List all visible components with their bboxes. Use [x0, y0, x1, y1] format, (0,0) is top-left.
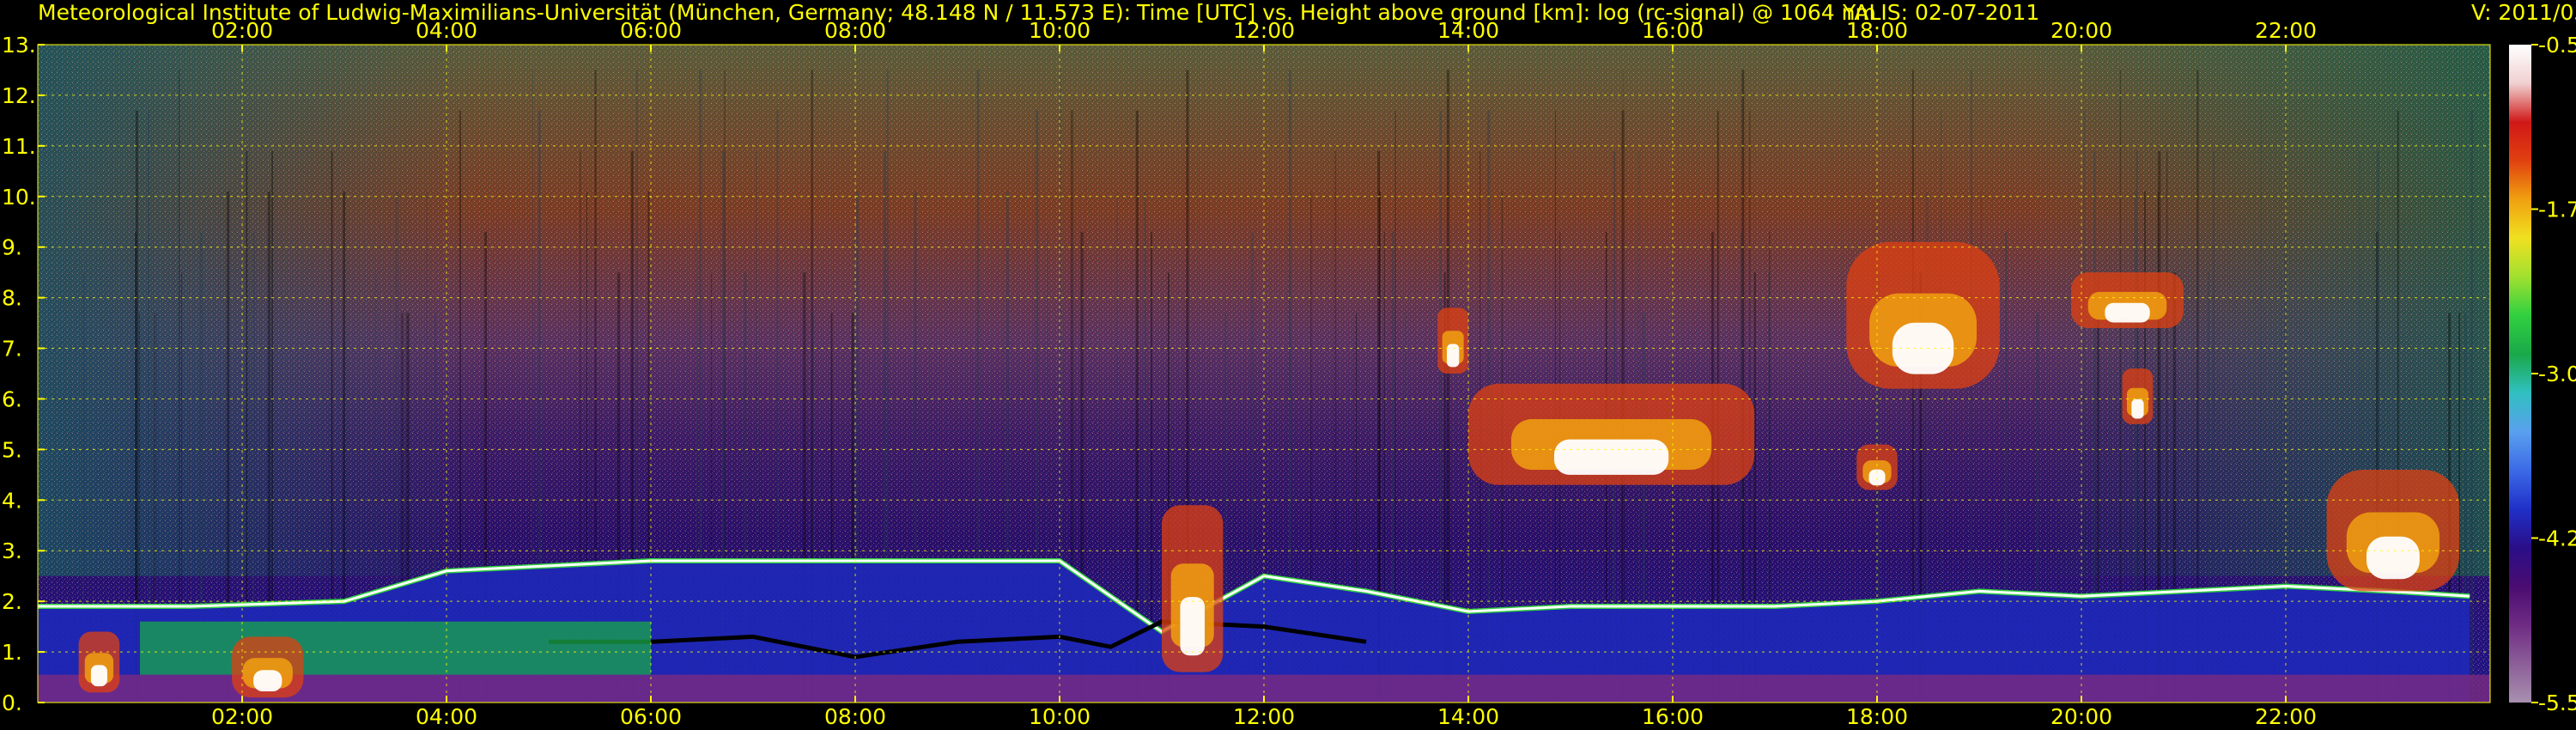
- x-tick-label-bottom: 20:00: [2050, 704, 2112, 729]
- x-tick-label-top: 22:00: [2255, 18, 2317, 43]
- colorbar-scale: [2509, 45, 2531, 703]
- x-tick-label-top: 02:00: [211, 18, 273, 43]
- signal-streak: [2470, 110, 2474, 703]
- x-tick-label-top: 20:00: [2050, 18, 2112, 43]
- x-tick-label-bottom: 18:00: [1846, 704, 1908, 729]
- x-tick-label-bottom: 16:00: [1642, 704, 1704, 729]
- x-tick-label-top: 04:00: [416, 18, 477, 43]
- colorbar-tick-label: -1.75: [2538, 198, 2576, 222]
- colorbar-tick-label: -4.25: [2538, 526, 2576, 551]
- y-tick-label: 7.: [2, 337, 22, 362]
- y-tick-label: 3.: [2, 538, 22, 563]
- y-tick-label: 5.: [2, 437, 22, 462]
- x-tick-label-top: 06:00: [620, 18, 682, 43]
- cloud-peak: [2105, 302, 2150, 323]
- y-tick-label: 6.: [2, 386, 22, 411]
- cloud-peak: [2131, 398, 2144, 419]
- x-tick-label-top: 16:00: [1642, 18, 1704, 43]
- y-tick-label: 8.: [2, 286, 22, 311]
- x-tick-label-bottom: 12:00: [1233, 704, 1295, 729]
- x-tick-label-bottom: 22:00: [2255, 704, 2317, 729]
- y-tick-label: 0.: [2, 690, 22, 715]
- low-cloud-peak: [253, 670, 283, 692]
- x-tick-label-top: 12:00: [1233, 18, 1295, 43]
- y-tick-label: 2.: [2, 589, 22, 614]
- y-tick-label: 13.: [2, 33, 36, 58]
- y-tick-label: 9.: [2, 235, 22, 260]
- x-tick-label-top: 14:00: [1437, 18, 1499, 43]
- aerosol-layer: [140, 621, 651, 675]
- x-tick-label-bottom: 02:00: [211, 704, 273, 729]
- colorbar-tick-label: -3.00: [2538, 362, 2576, 386]
- y-tick-label: 11.: [2, 134, 36, 159]
- colorbar-tick-label: -5.50: [2538, 690, 2576, 715]
- cloud-peak: [2366, 536, 2420, 580]
- colorbar: -0.50 -1.75 -3.00 -4.25 -5.50: [2509, 33, 2576, 715]
- cloud-peak: [1447, 344, 1460, 368]
- low-cloud-peak: [90, 665, 107, 687]
- colorbar-tick-label: -0.50: [2538, 33, 2576, 58]
- y-tick-label: 12.: [2, 83, 36, 108]
- x-tick-label-bottom: 14:00: [1437, 704, 1499, 729]
- y-tick-label: 4.: [2, 488, 22, 513]
- x-tick-label-bottom: 10:00: [1029, 704, 1091, 729]
- chart-svg: 02:00 02:00 04:00 04:00 06:00 06:00 08:00 08:00…: [2, 18, 2576, 729]
- y-tick-label: 10.: [2, 185, 36, 210]
- x-tick-label-bottom: 04:00: [416, 704, 477, 729]
- x-tick-label-bottom: 08:00: [824, 704, 886, 729]
- convective-plume-peak: [1180, 597, 1205, 656]
- x-tick-label-bottom: 06:00: [620, 704, 682, 729]
- lidar-quicklook: Meteorological Institute of Ludwig-Maxim…: [0, 0, 2576, 730]
- y-tick-label: 1.: [2, 640, 22, 665]
- x-tick-label-top: 18:00: [1846, 18, 1908, 43]
- cloud-peak: [1553, 439, 1669, 475]
- x-tick-label-top: 08:00: [824, 18, 886, 43]
- x-tick-label-top: 10:00: [1029, 18, 1091, 43]
